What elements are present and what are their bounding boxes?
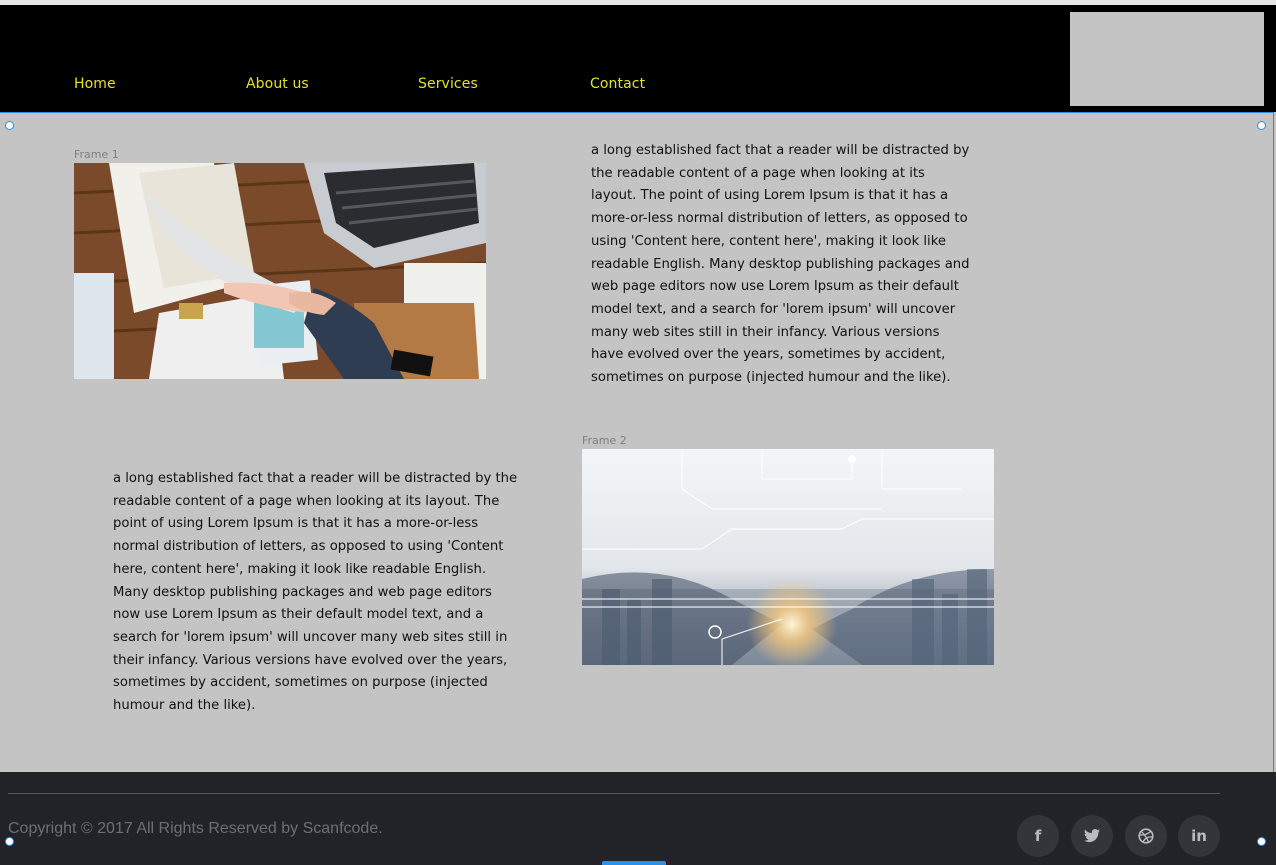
nav-services-link[interactable]: Services <box>418 76 478 92</box>
linkedin-icon[interactable]: in <box>1178 815 1220 857</box>
site-footer: Copyright © 2017 All Rights Reserved by … <box>0 772 1276 865</box>
intro-paragraph-2: a long established fact that a reader wi… <box>113 471 518 714</box>
resize-handle-top-right[interactable] <box>1257 121 1266 130</box>
frame2-label: Frame 2 <box>582 434 627 447</box>
facebook-icon[interactable]: f <box>1017 815 1059 857</box>
footer-divider <box>8 793 1220 794</box>
resize-handle-bottom-left[interactable] <box>5 837 14 846</box>
resize-handle-top-left[interactable] <box>5 121 14 130</box>
intro-paragraph-1: a long established fact that a reader wi… <box>591 143 970 386</box>
nav-home-link[interactable]: Home <box>74 76 116 92</box>
dribbble-icon[interactable] <box>1125 815 1167 857</box>
logo-placeholder <box>1070 12 1264 106</box>
resize-handle-bottom-right[interactable] <box>1257 837 1266 846</box>
tech-handshake-photo <box>582 449 994 665</box>
twitter-bird-icon <box>1084 829 1100 843</box>
copyright-text: Copyright © 2017 All Rights Reserved by … <box>8 820 383 837</box>
nav-about-link[interactable]: About us <box>246 76 309 92</box>
dribbble-ball-icon <box>1138 828 1154 844</box>
tech-handshake-illustration <box>582 449 994 665</box>
selection-border-right <box>1273 112 1274 855</box>
frame1-label: Frame 1 <box>74 148 119 161</box>
nav-contact-link[interactable]: Contact <box>590 76 645 92</box>
bottom-handle-tab[interactable] <box>602 861 666 865</box>
site-header: Home About us Services Contact <box>0 5 1276 112</box>
handshake-desk-photo <box>74 163 486 379</box>
handshake-desk-illustration <box>74 163 486 379</box>
linkedin-glyph: in <box>1191 827 1207 845</box>
facebook-glyph: f <box>1034 827 1042 845</box>
twitter-icon[interactable] <box>1071 815 1113 857</box>
selection-border-top <box>0 112 1274 113</box>
